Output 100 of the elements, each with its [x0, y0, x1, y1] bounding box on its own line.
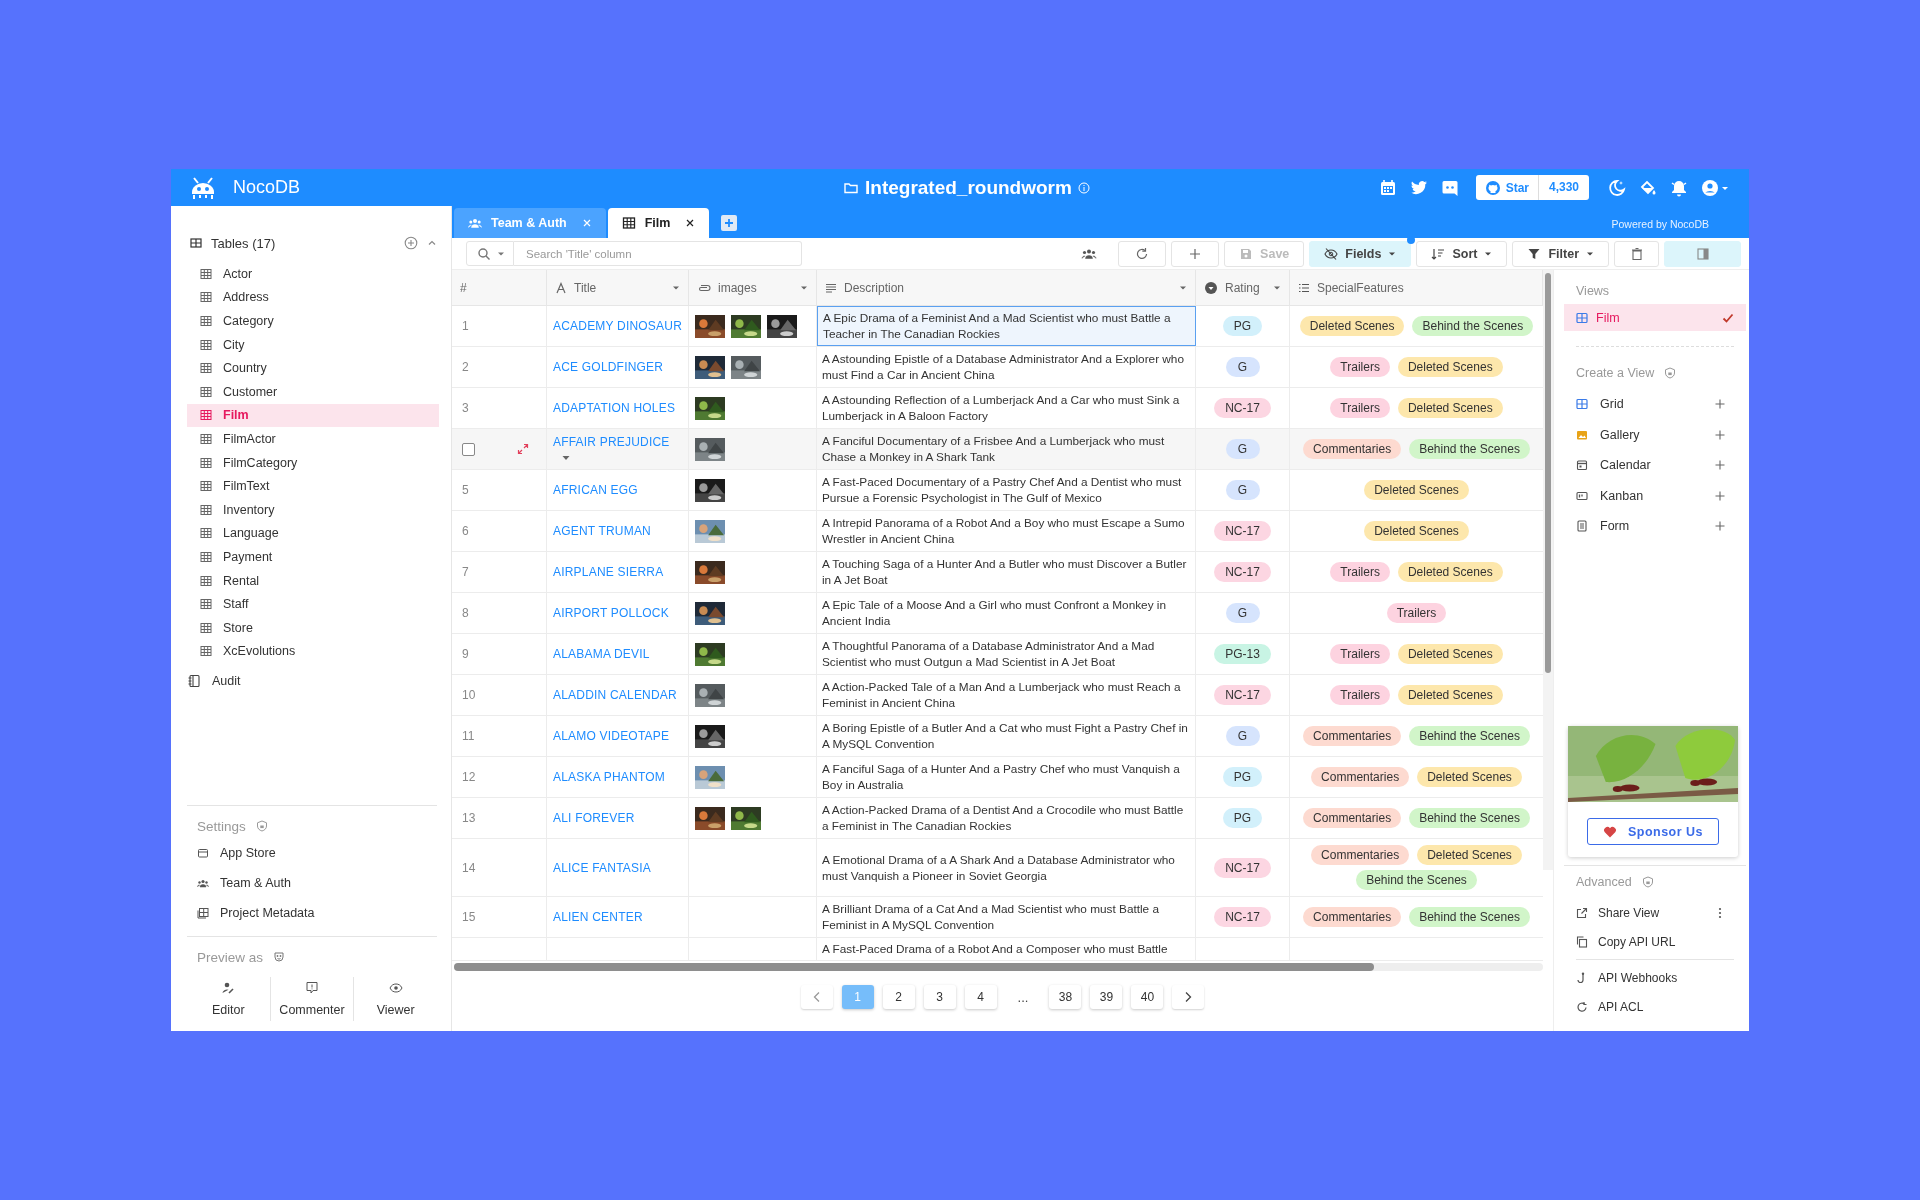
page-button[interactable]: 38 [1049, 985, 1082, 1009]
audit-item[interactable]: Audit [187, 669, 437, 694]
create-view-item[interactable]: Gallery [1564, 419, 1746, 450]
create-view-item[interactable]: Kanban [1564, 480, 1746, 511]
dropdown-circle-icon [1204, 280, 1218, 295]
add-circle-icon[interactable] [404, 236, 418, 250]
calendar-icon[interactable] [1378, 178, 1397, 197]
table-item[interactable]: FilmText [187, 474, 439, 498]
table-item[interactable]: Country [187, 356, 439, 380]
table-item[interactable]: Rental [187, 568, 439, 593]
paint-bucket-icon[interactable] [1639, 178, 1657, 197]
account-icon[interactable] [1701, 178, 1729, 197]
table-item[interactable]: Language [187, 521, 439, 546]
filter-button[interactable]: Filter [1512, 240, 1609, 267]
vertical-scrollbar[interactable] [1543, 270, 1553, 870]
table-item[interactable]: Address [187, 285, 439, 310]
collapse-caret-icon[interactable] [427, 238, 437, 248]
sort-button[interactable]: Sort [1416, 240, 1508, 267]
settings-item[interactable]: Project Metadata [187, 898, 437, 928]
table-item[interactable]: Payment [187, 545, 439, 569]
table-item[interactable]: Actor [187, 262, 439, 286]
settings-item[interactable]: App Store [187, 838, 437, 868]
row-number: 11 [462, 729, 475, 743]
column-header[interactable]: Title [547, 270, 689, 305]
title-link[interactable]: ALI FOREVER [553, 811, 635, 825]
tab[interactable]: Film [607, 208, 710, 238]
horizontal-scrollbar[interactable] [454, 963, 1543, 971]
fields-button[interactable]: Fields [1309, 240, 1412, 267]
bird-icon[interactable] [1409, 178, 1428, 197]
rating-tag: PG-13 [1214, 644, 1271, 664]
column-header[interactable]: Rating [1196, 270, 1290, 305]
page-button[interactable]: 3 [923, 985, 956, 1009]
table-item[interactable]: XcEvolutions [187, 639, 439, 664]
advanced-item[interactable]: API Webhooks [1564, 963, 1746, 992]
table-item[interactable]: City [187, 332, 439, 357]
row-number: 15 [462, 910, 476, 924]
description-cell-text: A Thoughtful Panorama of a Database Administrator And a Mad Scientist who must Outgun a Mad Scientist in A Jet Boat [822, 638, 1156, 670]
table-item[interactable]: Inventory [187, 497, 439, 522]
preview-role-button[interactable]: Viewer [353, 977, 437, 1021]
column-header[interactable]: images [689, 270, 817, 305]
page-button[interactable]: 4 [964, 985, 997, 1009]
advanced-item[interactable]: API ACL [1564, 992, 1746, 1021]
table-item[interactable]: Staff [187, 592, 439, 616]
rating-tag: G [1225, 726, 1260, 746]
sponsor-button[interactable]: Sponsor Us [1586, 818, 1720, 845]
page-button[interactable]: 40 [1131, 985, 1164, 1009]
rating-tag: NC-17 [1214, 398, 1271, 418]
page-button[interactable]: 2 [882, 985, 915, 1009]
table-item[interactable]: FilmActor [187, 427, 439, 451]
page-button[interactable]: 39 [1090, 985, 1123, 1009]
grid-icon [200, 503, 212, 516]
grid-icon [200, 432, 212, 445]
table-item[interactable]: Film [187, 403, 439, 428]
grid-icon [200, 645, 212, 658]
next-page-button[interactable] [1172, 985, 1205, 1009]
settings-item[interactable]: Team & Auth [187, 868, 437, 898]
rating-tag: PG [1222, 767, 1263, 787]
rating-tag: G [1225, 439, 1260, 459]
plus-icon [1714, 398, 1726, 411]
feature-tag: Commentaries [1303, 907, 1402, 927]
preview-role-button[interactable]: Commenter [269, 977, 354, 1021]
search-options-button[interactable] [466, 241, 514, 266]
expand-icon[interactable] [517, 443, 529, 455]
panel-button[interactable] [1664, 240, 1741, 267]
plus-icon [1714, 428, 1726, 441]
grid-icon [200, 338, 212, 351]
rating-tag: G [1225, 480, 1260, 500]
add-tab-icon[interactable] [721, 215, 738, 231]
rating-tag: PG [1222, 808, 1263, 828]
table-item[interactable]: FilmCategory [187, 450, 439, 475]
advanced-item[interactable]: Share View [1564, 898, 1746, 927]
table-item[interactable]: Category [187, 309, 439, 333]
table-item[interactable]: Store [187, 615, 439, 640]
advanced-item[interactable]: Copy API URL [1564, 927, 1746, 956]
bell-icon[interactable] [1670, 178, 1688, 197]
feature-tag: Behind the Scenes [1412, 316, 1534, 336]
info-icon[interactable] [1077, 181, 1090, 194]
moon-icon[interactable] [1608, 178, 1626, 197]
create-view-item[interactable]: Form [1564, 511, 1746, 542]
description-cell-text: A Boring Epistle of a Butler And a Cat who must Fight a Pastry Chef in A MySQL Convention [822, 720, 1189, 752]
database-grid-icon [197, 907, 209, 919]
create-view-item[interactable]: Grid [1564, 389, 1746, 420]
grid-icon [200, 574, 212, 587]
reload-button[interactable] [1118, 240, 1167, 267]
advanced-heading: Advanced [1576, 875, 1632, 889]
delete-button[interactable] [1614, 240, 1659, 267]
column-header[interactable]: Description [817, 270, 1196, 305]
close-icon[interactable] [685, 218, 696, 228]
search-field[interactable]: Search 'Title' column [514, 241, 802, 266]
view-item[interactable]: Film [1564, 304, 1746, 331]
column-header[interactable]: # [452, 270, 547, 305]
description-cell-text: A Brilliant Drama of a Cat And a Mad Scientist who must Battle a Feminist in A MySQL Convention [822, 901, 1161, 933]
row-checkbox[interactable] [462, 442, 475, 456]
description-cell-text: A Intrepid Panorama of a Robot And a Boy who must Escape a Sumo Wrestler in Ancient China [822, 515, 1186, 547]
table-item[interactable]: Customer [187, 379, 439, 404]
create-view-item[interactable]: Calendar [1564, 450, 1746, 481]
external-link-icon [1576, 906, 1588, 919]
feature-tag: Deleted Scenes [1397, 562, 1503, 582]
preview-role-button[interactable]: Editor [187, 977, 270, 1021]
chat-icon[interactable] [1440, 178, 1459, 197]
